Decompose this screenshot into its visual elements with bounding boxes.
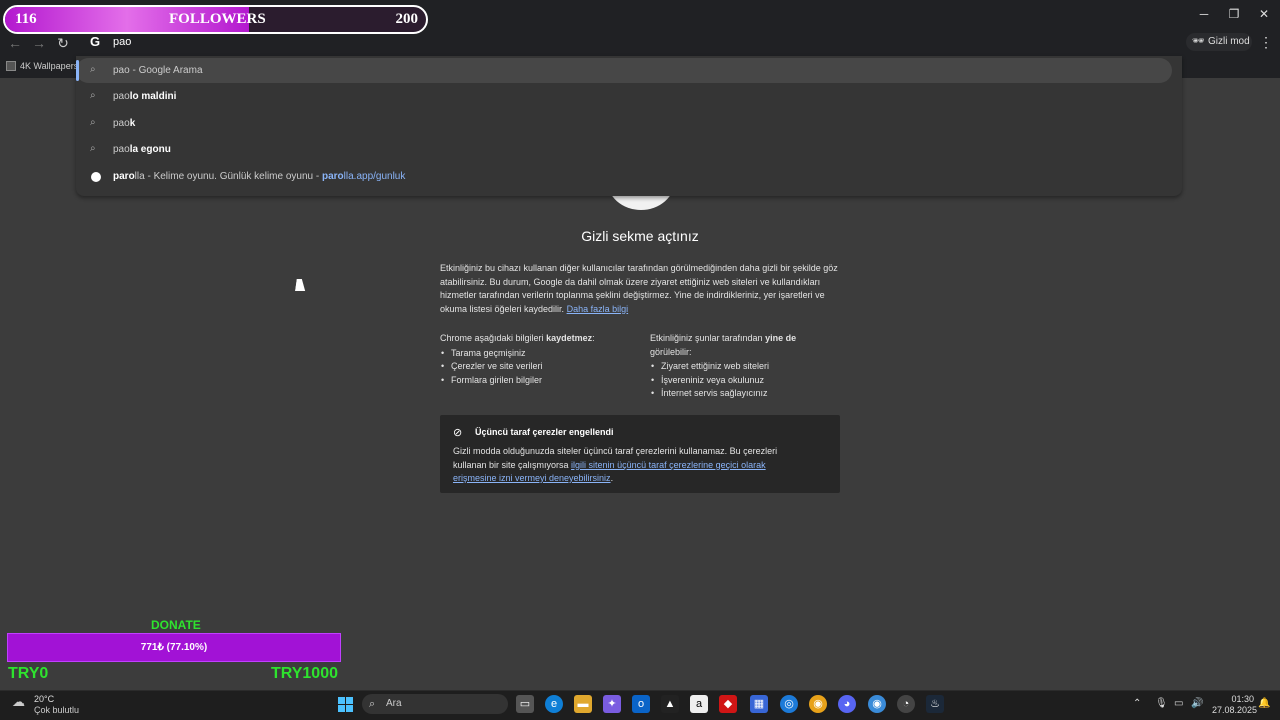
suggestion-url-bold: paro	[321, 171, 344, 182]
donate-progress-bar: 771₺ (77.10%)	[7, 633, 341, 662]
suggestion-item[interactable]: ⌕ paok	[76, 111, 1182, 136]
app-globe-icon[interactable]: ◎	[780, 695, 798, 713]
notification-bell-icon[interactable]: 🔔	[1258, 698, 1270, 709]
cloud-icon: ☁	[12, 694, 25, 709]
copilot-icon[interactable]: ✦	[603, 695, 621, 713]
incognito-label: Gizli mod	[1208, 36, 1250, 47]
affinity-icon[interactable]: ▲	[661, 695, 679, 713]
not-saved-heading: Chrome aşağıdaki bilgileri kaydetmez:	[440, 333, 595, 343]
search-icon: ⌕	[90, 117, 96, 128]
outlook-icon[interactable]: o	[632, 695, 650, 713]
suggestion-description: lla - Kelime oyunu. Günlük kelime oyunu …	[134, 171, 322, 182]
followers-current: 116	[15, 11, 37, 27]
close-button[interactable]: ✕	[1254, 6, 1274, 22]
taskbar-search-placeholder: Ara	[386, 698, 402, 709]
file-explorer-icon[interactable]: ▬	[574, 695, 592, 713]
taskbar-search[interactable]: ⌕ Ara	[362, 694, 508, 714]
bookmark-item[interactable]: 4K Wallpapers	[6, 61, 78, 71]
suggestion-item[interactable]: ⌕ paolo maldini	[76, 84, 1182, 109]
donate-label: DONATE	[151, 618, 201, 632]
edge-icon[interactable]: e	[545, 695, 563, 713]
search-icon: ⌕	[90, 90, 96, 101]
maximize-button[interactable]: ❐	[1224, 6, 1244, 22]
suggestion-text: par	[113, 171, 129, 182]
suggestion-text: pao	[113, 144, 130, 155]
donate-min: TRY0	[8, 665, 49, 682]
donate-max: TRY1000	[271, 665, 338, 682]
not-saved-column: Chrome aşağıdaki bilgileri kaydetmez: Ta…	[440, 332, 630, 387]
weather-widget[interactable]: ☁ 20°C Çok bulutlu	[12, 692, 92, 718]
third-party-title: Üçüncü taraf çerezler engellendi	[475, 427, 614, 437]
list-item: İnternet servis sağlayıcınız	[650, 387, 840, 401]
volume-icon[interactable]: 🔊	[1191, 698, 1203, 709]
forward-arrow-icon[interactable]: →	[30, 34, 48, 52]
omnibox-suggestions: ⌕ pao - Google Arama ⌕ paolo maldini ⌕ p…	[76, 56, 1182, 196]
suggestion-item[interactable]: ⌕ paola egonu	[76, 137, 1182, 162]
reload-icon[interactable]: ↻	[54, 34, 72, 52]
task-view-icon[interactable]: ▭	[516, 695, 534, 713]
mouse-cursor-icon	[295, 279, 307, 291]
game-launcher-icon[interactable]: ▦	[750, 695, 768, 713]
google-g-icon: G	[90, 34, 101, 49]
omnibox-input[interactable]: pao	[113, 36, 131, 48]
suggestion-text: pao	[113, 65, 130, 76]
intro-text: Etkinliğiniz bu cihazı kullanan diğer ku…	[440, 263, 838, 314]
weather-desc: Çok bulutlu	[34, 705, 80, 715]
followers-label: FOLLOWERS	[169, 11, 266, 27]
followers-goal-bar: 116 FOLLOWERS 200	[3, 5, 428, 34]
list-item: İşvereniniz veya okulunuz	[650, 374, 840, 388]
menu-kebab-icon[interactable]: ⋮	[1259, 34, 1273, 50]
suggestion-suffix: - Google Arama	[129, 65, 203, 76]
app-red-icon[interactable]: ◆	[719, 695, 737, 713]
donate-amount: 771₺ (77.10%)	[140, 642, 208, 653]
suggestion-completion: lo maldini	[129, 91, 177, 102]
steam-icon[interactable]: ♨	[926, 695, 944, 713]
suggestion-item[interactable]: ⌕ pao - Google Arama	[76, 58, 1172, 83]
minimize-button[interactable]: ─	[1194, 6, 1214, 22]
bookmark-label: 4K Wallpapers	[20, 61, 79, 71]
suggestion-completion: la egonu	[129, 144, 171, 155]
page-title: Gizli sekme açtınız	[581, 228, 699, 244]
clock-time: 01:30	[1231, 694, 1254, 704]
obs-icon[interactable]: ◔	[897, 695, 915, 713]
search-icon: ⌕	[90, 143, 96, 154]
chrome-icon[interactable]: ◉	[809, 695, 827, 713]
incognito-icon: 🕶	[1192, 36, 1205, 47]
discord-icon[interactable]: ◕	[838, 695, 856, 713]
list-item: Tarama geçmişiniz	[440, 347, 630, 361]
list-item: Formlara girilen bilgiler	[440, 374, 630, 388]
network-icon[interactable]: ▭	[1174, 698, 1183, 709]
clock-date: 27.08.2025	[1212, 705, 1258, 715]
visible-to-heading: Etkinliğiniz şunlar tarafından yine de g…	[650, 333, 797, 357]
suggestion-text: pao	[113, 91, 130, 102]
chevron-up-icon[interactable]: ⌃	[1133, 698, 1141, 709]
windows-start-icon[interactable]	[338, 697, 353, 712]
intro-paragraph: Etkinliğiniz bu cihazı kullanan diğer ku…	[440, 262, 840, 316]
suggestion-text: pao	[113, 118, 130, 129]
back-arrow-icon[interactable]: ←	[6, 34, 24, 52]
third-party-cookies-card: ⊘ Üçüncü taraf çerezler engellendi Gizli…	[440, 415, 840, 493]
bookmark-favicon-icon	[6, 61, 16, 71]
search-icon: ⌕	[90, 64, 96, 75]
eye-off-icon: ⊘	[453, 427, 463, 439]
list-item: Çerezler ve site verileri	[440, 360, 630, 374]
incognito-badge[interactable]: 🕶 Gizli mod	[1186, 33, 1252, 51]
list-item: Ziyaret ettiğiniz web siteleri	[650, 360, 840, 374]
suggestion-url: lla.app/gunluk	[343, 171, 406, 182]
suggestion-completion: k	[129, 118, 136, 129]
followers-goal: 200	[395, 11, 419, 27]
weather-temp: 20°C	[34, 694, 55, 704]
clock[interactable]: 01:30 27.08.2025	[1212, 694, 1258, 716]
chrome-incognito-icon[interactable]: ◉	[868, 695, 886, 713]
third-party-body: Gizli modda olduğunuzda siteler üçüncü t…	[453, 446, 778, 483]
visible-to-column: Etkinliğiniz şunlar tarafından yine de g…	[650, 332, 840, 401]
site-icon	[91, 172, 101, 182]
suggestion-item[interactable]: parolla - Kelime oyunu. Günlük kelime oy…	[76, 164, 1182, 189]
microphone-icon[interactable]: 🎙	[1155, 698, 1168, 709]
learn-more-link[interactable]: Daha fazla bilgi	[567, 304, 629, 314]
amazon-icon[interactable]: a	[690, 695, 708, 713]
search-icon: ⌕	[369, 698, 376, 710]
